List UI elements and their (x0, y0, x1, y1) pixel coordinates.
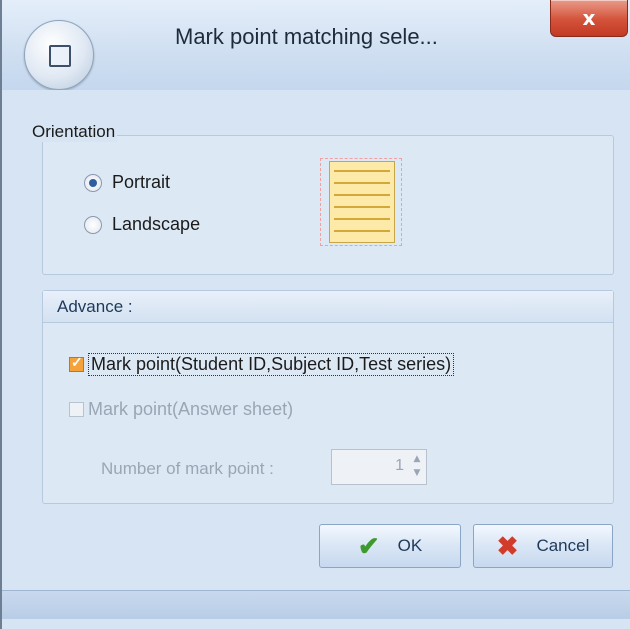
dialog-window: Mark point matching sele... x Orientatio… (0, 0, 630, 629)
mark-point-ids-checkbox-row[interactable]: Mark point(Student ID,Subject ID,Test se… (69, 353, 455, 376)
advance-group-title: Advance : (43, 291, 613, 323)
close-button[interactable]: x (550, 0, 628, 37)
radio-button[interactable] (84, 215, 102, 234)
ok-button-label: OK (397, 536, 423, 555)
checkbox-checked-icon[interactable] (69, 354, 84, 372)
radio-portrait[interactable]: Portrait (84, 172, 170, 193)
check-icon: ✔ (357, 531, 380, 561)
close-icon: x (582, 6, 596, 30)
advance-group: Advance : Mark point(Student ID,Subject … (42, 290, 614, 504)
stepper-value: 1 (395, 457, 404, 474)
window-title: Mark point matching sele... (175, 24, 438, 49)
cancel-button-label: Cancel (536, 536, 590, 555)
stepper-arrows-icon: ▲ ▼ (413, 454, 421, 478)
radio-landscape[interactable]: Landscape (84, 214, 200, 235)
status-bar (2, 590, 630, 619)
number-of-mark-point-stepper: 1 ▲ ▼ (331, 449, 427, 485)
mark-point-answer-checkbox-row: Mark point(Answer sheet) (69, 399, 293, 420)
mark-point-ids-label: Mark point(Student ID,Subject ID,Test se… (88, 353, 455, 376)
checkbox-disabled-icon (69, 402, 84, 417)
radio-portrait-label: Portrait (112, 172, 171, 192)
radio-landscape-label: Landscape (112, 214, 201, 234)
ok-button[interactable]: ✔ OK (319, 524, 461, 568)
orientation-group-title: Orientation (30, 122, 118, 142)
window-frame-icon[interactable] (24, 20, 94, 90)
number-of-mark-point-label: Number of mark point : (101, 459, 274, 478)
radio-button-checked[interactable] (84, 173, 102, 192)
title-bar[interactable]: Mark point matching sele... x (2, 0, 630, 90)
cancel-x-icon: ✖ (496, 531, 519, 561)
cancel-button[interactable]: ✖ Cancel (473, 524, 613, 568)
dialog-content: Orientation Portrait Landscape Advance : (14, 90, 620, 590)
portrait-page-icon (320, 158, 402, 246)
mark-point-answer-label: Mark point(Answer sheet) (88, 399, 294, 419)
